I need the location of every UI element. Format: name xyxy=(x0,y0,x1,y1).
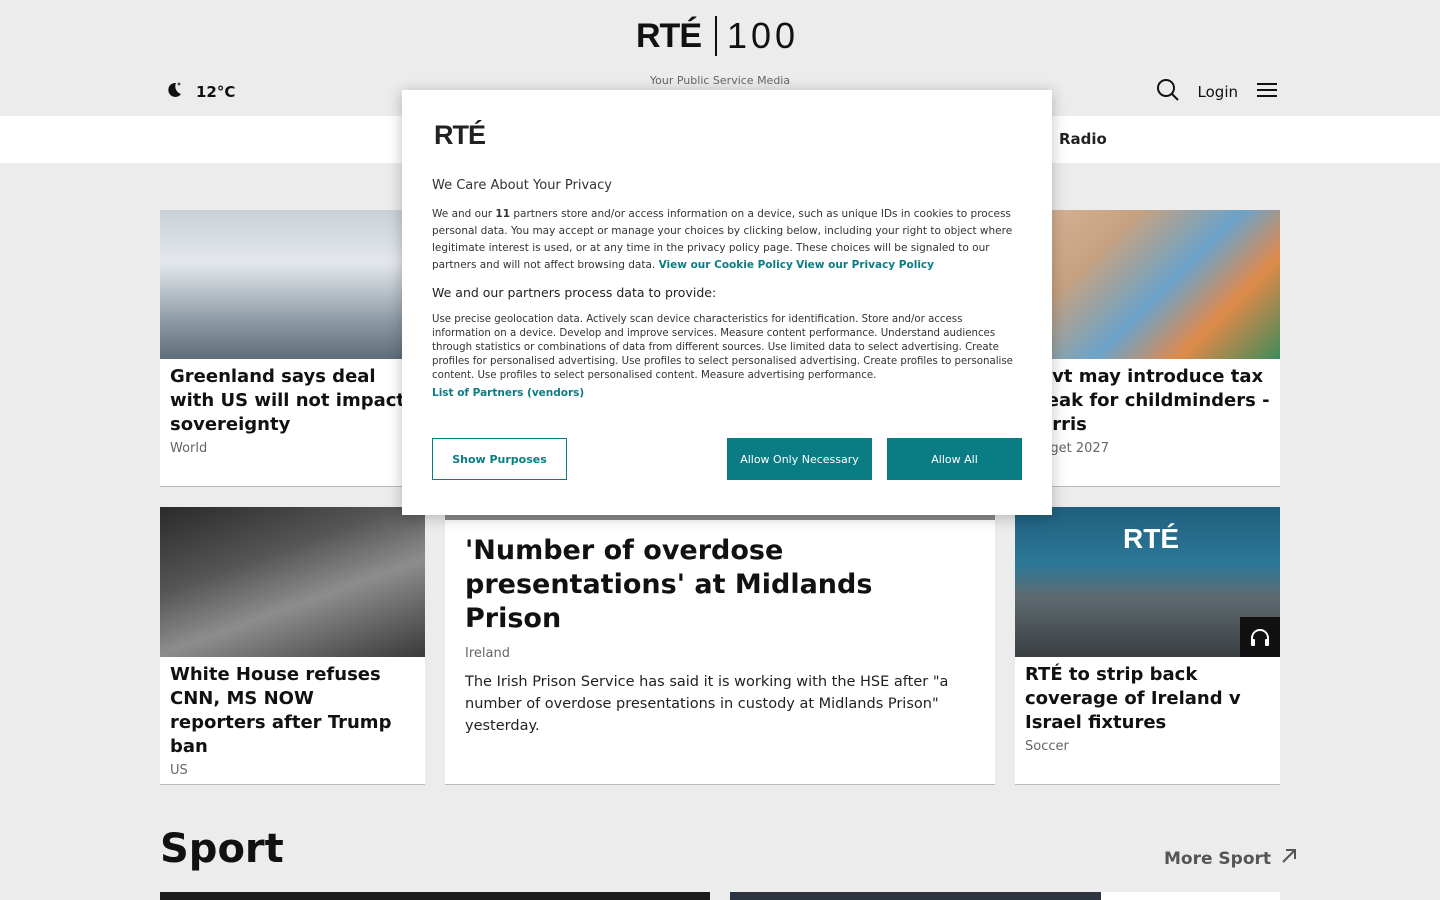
more-sport-link[interactable]: More Sport xyxy=(1164,848,1297,869)
story-image xyxy=(160,507,425,657)
partner-count: 11 xyxy=(495,208,511,220)
header-actions: Login xyxy=(1156,78,1278,106)
vendors-list-link[interactable]: List of Partners (vendors) xyxy=(432,387,584,399)
story-image xyxy=(1015,210,1280,359)
story-headline[interactable]: Govt may introduce tax break for childmi… xyxy=(1015,359,1280,437)
allow-only-necessary-button[interactable]: Allow Only Necessary xyxy=(727,438,872,480)
nav-item-radio[interactable]: Radio xyxy=(1059,130,1107,148)
search-icon[interactable] xyxy=(1156,78,1180,106)
story-headline[interactable]: White House refuses CNN, MS NOW reporter… xyxy=(160,657,425,759)
more-sport-label: More Sport xyxy=(1164,848,1272,869)
rte-100-logo[interactable]: RTÉ 100 xyxy=(636,14,806,58)
story-category[interactable]: US xyxy=(160,759,425,778)
allow-all-button[interactable]: Allow All xyxy=(887,438,1022,480)
story-card-childminders[interactable]: Govt may introduce tax break for childmi… xyxy=(1015,210,1280,487)
weather-widget[interactable]: 12°C xyxy=(164,80,235,104)
story-card-prison[interactable]: 'Number of overdose presentations' at Mi… xyxy=(445,515,995,785)
story-headline[interactable]: Greenland says deal with US will not imp… xyxy=(160,359,425,437)
logo-rte-text: RTÉ xyxy=(636,16,702,55)
story-image: RTÉ xyxy=(1015,507,1280,657)
moon-icon xyxy=(164,80,184,104)
story-category[interactable]: Soccer xyxy=(1015,735,1280,754)
process-heading: We and our partners process data to prov… xyxy=(432,285,717,300)
story-card-rte[interactable]: RTÉ RTÉ to strip back coverage of Irelan… xyxy=(1015,507,1280,785)
sport-story-card[interactable] xyxy=(1101,892,1280,900)
modal-rte-logo: RTÉ xyxy=(434,120,486,150)
story-category[interactable]: Budget 2027 xyxy=(1015,437,1280,456)
logo-divider xyxy=(715,16,717,56)
headphones-icon xyxy=(1240,617,1280,657)
process-purposes-text: Use precise geolocation data. Actively s… xyxy=(432,314,1013,381)
story-card-greenland[interactable]: Greenland says deal with US will not imp… xyxy=(160,210,425,487)
arrow-up-right-icon xyxy=(1281,848,1297,869)
story-image xyxy=(160,210,425,359)
temperature: 12°C xyxy=(196,83,236,101)
story-headline[interactable]: 'Number of overdose presentations' at Mi… xyxy=(445,520,995,636)
logo-100-text: 100 xyxy=(727,15,800,56)
show-purposes-button[interactable]: Show Purposes xyxy=(432,438,567,480)
login-link[interactable]: Login xyxy=(1198,83,1238,101)
story-headline[interactable]: RTÉ to strip back coverage of Ireland v … xyxy=(1015,657,1280,735)
section-title-sport: Sport xyxy=(160,826,284,872)
privacy-heading: We Care About Your Privacy xyxy=(432,178,612,193)
story-category[interactable]: Ireland xyxy=(445,636,995,661)
menu-icon[interactable] xyxy=(1256,81,1278,103)
privacy-consent-dialog: RTÉ We Care About Your Privacy We and ou… xyxy=(402,90,1052,515)
sport-story-image[interactable] xyxy=(730,892,1101,900)
intro-text-start: We and our xyxy=(432,208,496,220)
story-description: The Irish Prison Service has said it is … xyxy=(465,674,949,734)
rte-sign-text: RTÉ xyxy=(1123,523,1179,554)
story-card-cnn[interactable]: White House refuses CNN, MS NOW reporter… xyxy=(160,507,425,785)
cookie-policy-link[interactable]: View our Cookie Policy xyxy=(659,259,793,271)
story-category[interactable]: World xyxy=(160,437,425,456)
privacy-policy-link[interactable]: View our Privacy Policy xyxy=(796,259,934,271)
privacy-intro: We and our 11 partners store and/or acce… xyxy=(432,206,1017,274)
sport-story-image[interactable] xyxy=(160,892,710,900)
